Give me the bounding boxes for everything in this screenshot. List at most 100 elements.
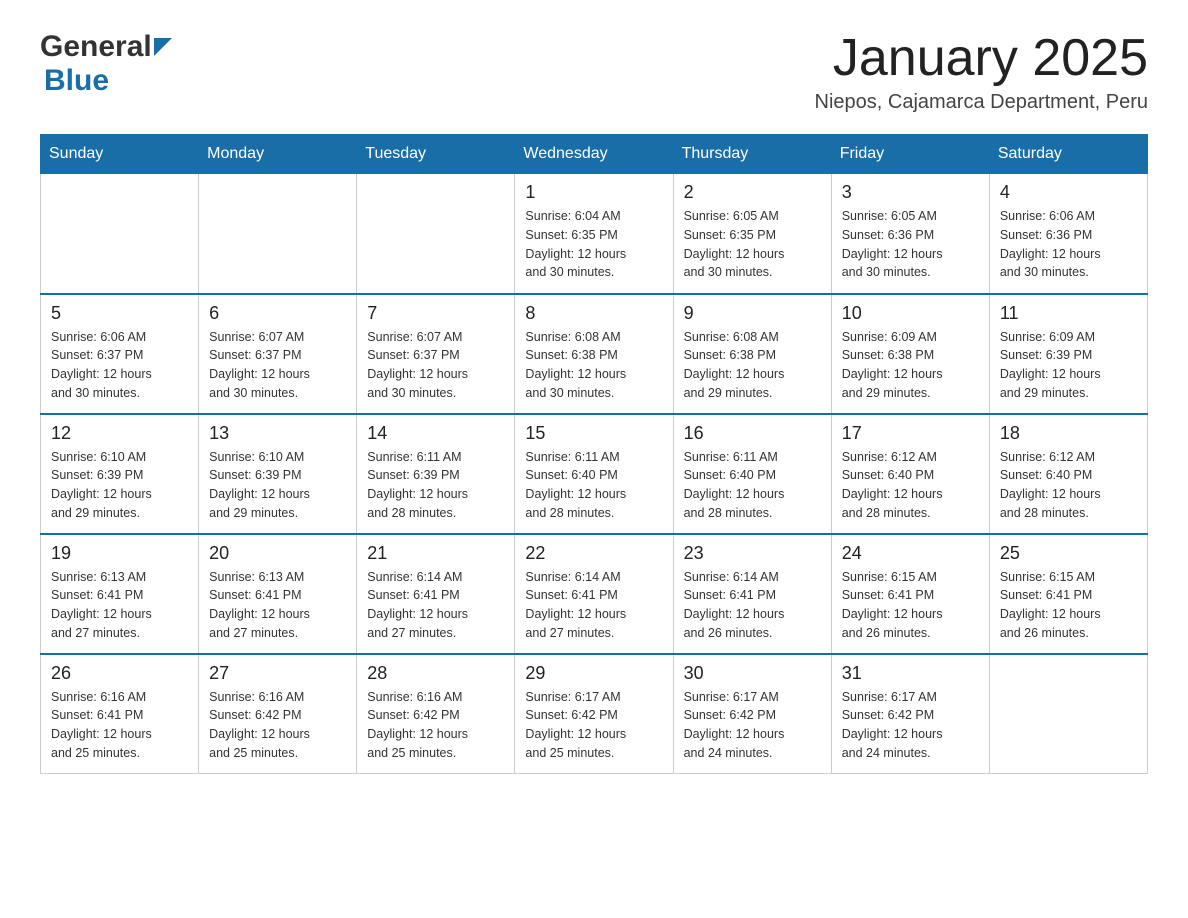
day-info: Sunrise: 6:05 AM Sunset: 6:36 PM Dayligh… [842,207,979,282]
day-info: Sunrise: 6:10 AM Sunset: 6:39 PM Dayligh… [209,448,346,523]
day-number: 31 [842,663,979,684]
calendar-cell: 29 Sunrise: 6:17 AM Sunset: 6:42 PM Dayli… [515,654,673,774]
day-info: Sunrise: 6:16 AM Sunset: 6:42 PM Dayligh… [367,688,504,763]
calendar-cell [357,174,515,294]
day-number: 23 [684,543,821,564]
day-number: 18 [1000,423,1137,444]
day-number: 17 [842,423,979,444]
day-info: Sunrise: 6:13 AM Sunset: 6:41 PM Dayligh… [51,568,188,643]
day-info: Sunrise: 6:16 AM Sunset: 6:41 PM Dayligh… [51,688,188,763]
day-info: Sunrise: 6:17 AM Sunset: 6:42 PM Dayligh… [525,688,662,763]
day-number: 13 [209,423,346,444]
location: Niepos, Cajamarca Department, Peru [815,91,1148,114]
day-info: Sunrise: 6:08 AM Sunset: 6:38 PM Dayligh… [684,328,821,403]
day-info: Sunrise: 6:11 AM Sunset: 6:40 PM Dayligh… [684,448,821,523]
day-info: Sunrise: 6:14 AM Sunset: 6:41 PM Dayligh… [684,568,821,643]
title-section: January 2025 Niepos, Cajamarca Departmen… [815,30,1148,114]
calendar-cell: 2 Sunrise: 6:05 AM Sunset: 6:35 PM Daylig… [673,174,831,294]
day-number: 21 [367,543,504,564]
day-number: 5 [51,303,188,324]
logo-blue-text: Blue [44,64,109,97]
calendar-cell [989,654,1147,774]
day-info: Sunrise: 6:12 AM Sunset: 6:40 PM Dayligh… [842,448,979,523]
calendar-cell: 4Sunrise: 6:06 AM Sunset: 6:36 PM Daylig… [989,174,1147,294]
calendar-cell: 27Sunrise: 6:16 AM Sunset: 6:42 PM Dayli… [199,654,357,774]
calendar-cell [199,174,357,294]
day-number: 3 [842,182,979,203]
day-info: Sunrise: 6:05 AM Sunset: 6:35 PM Dayligh… [684,207,821,282]
week-row-4: 19 Sunrise: 6:13 AM Sunset: 6:41 PM Dayli… [41,534,1148,654]
header-day-wednesday: Wednesday [515,135,673,174]
week-row-5: 26 Sunrise: 6:16 AM Sunset: 6:41 PM Dayli… [41,654,1148,774]
calendar-cell: 14 Sunrise: 6:11 AM Sunset: 6:39 PM Dayli… [357,414,515,534]
day-number: 26 [51,663,188,684]
calendar-cell: 26 Sunrise: 6:16 AM Sunset: 6:41 PM Dayli… [41,654,199,774]
week-row-3: 12Sunrise: 6:10 AM Sunset: 6:39 PM Dayli… [41,414,1148,534]
calendar-cell: 20 Sunrise: 6:13 AM Sunset: 6:41 PM Dayli… [199,534,357,654]
day-info: Sunrise: 6:13 AM Sunset: 6:41 PM Dayligh… [209,568,346,643]
calendar-body: 1Sunrise: 6:04 AM Sunset: 6:35 PM Daylig… [41,174,1148,774]
day-info: Sunrise: 6:07 AM Sunset: 6:37 PM Dayligh… [367,328,504,403]
calendar-cell: 13 Sunrise: 6:10 AM Sunset: 6:39 PM Dayli… [199,414,357,534]
month-title: January 2025 [815,30,1148,87]
day-info: Sunrise: 6:10 AM Sunset: 6:39 PM Dayligh… [51,448,188,523]
day-info: Sunrise: 6:15 AM Sunset: 6:41 PM Dayligh… [842,568,979,643]
header-day-saturday: Saturday [989,135,1147,174]
day-number: 20 [209,543,346,564]
week-row-1: 1Sunrise: 6:04 AM Sunset: 6:35 PM Daylig… [41,174,1148,294]
day-number: 24 [842,543,979,564]
day-number: 10 [842,303,979,324]
header-day-monday: Monday [199,135,357,174]
day-info: Sunrise: 6:09 AM Sunset: 6:38 PM Dayligh… [842,328,979,403]
calendar-cell: 11Sunrise: 6:09 AM Sunset: 6:39 PM Dayli… [989,294,1147,414]
calendar-cell: 31Sunrise: 6:17 AM Sunset: 6:42 PM Dayli… [831,654,989,774]
calendar-cell: 24 Sunrise: 6:15 AM Sunset: 6:41 PM Dayli… [831,534,989,654]
day-info: Sunrise: 6:16 AM Sunset: 6:42 PM Dayligh… [209,688,346,763]
calendar-cell: 12Sunrise: 6:10 AM Sunset: 6:39 PM Dayli… [41,414,199,534]
day-info: Sunrise: 6:12 AM Sunset: 6:40 PM Dayligh… [1000,448,1137,523]
day-info: Sunrise: 6:14 AM Sunset: 6:41 PM Dayligh… [525,568,662,643]
day-number: 19 [51,543,188,564]
calendar-cell: 8 Sunrise: 6:08 AM Sunset: 6:38 PM Daylig… [515,294,673,414]
day-info: Sunrise: 6:15 AM Sunset: 6:41 PM Dayligh… [1000,568,1137,643]
day-number: 8 [525,303,662,324]
calendar-cell: 30 Sunrise: 6:17 AM Sunset: 6:42 PM Dayli… [673,654,831,774]
calendar-cell: 22 Sunrise: 6:14 AM Sunset: 6:41 PM Dayli… [515,534,673,654]
day-info: Sunrise: 6:04 AM Sunset: 6:35 PM Dayligh… [525,207,662,282]
day-number: 14 [367,423,504,444]
day-info: Sunrise: 6:17 AM Sunset: 6:42 PM Dayligh… [684,688,821,763]
calendar-cell: 17 Sunrise: 6:12 AM Sunset: 6:40 PM Dayli… [831,414,989,534]
page-header: General Blue January 2025 Niepos, Cajama… [40,30,1148,114]
day-number: 29 [525,663,662,684]
calendar-cell: 9Sunrise: 6:08 AM Sunset: 6:38 PM Daylig… [673,294,831,414]
day-info: Sunrise: 6:11 AM Sunset: 6:40 PM Dayligh… [525,448,662,523]
day-number: 15 [525,423,662,444]
header-day-sunday: Sunday [41,135,199,174]
calendar-cell: 16 Sunrise: 6:11 AM Sunset: 6:40 PM Dayli… [673,414,831,534]
day-number: 2 [684,182,821,203]
calendar-cell: 5Sunrise: 6:06 AM Sunset: 6:37 PM Daylig… [41,294,199,414]
week-row-2: 5Sunrise: 6:06 AM Sunset: 6:37 PM Daylig… [41,294,1148,414]
calendar-cell: 7 Sunrise: 6:07 AM Sunset: 6:37 PM Daylig… [357,294,515,414]
calendar-cell: 23 Sunrise: 6:14 AM Sunset: 6:41 PM Dayli… [673,534,831,654]
day-number: 30 [684,663,821,684]
calendar-cell: 1Sunrise: 6:04 AM Sunset: 6:35 PM Daylig… [515,174,673,294]
calendar-cell: 19 Sunrise: 6:13 AM Sunset: 6:41 PM Dayli… [41,534,199,654]
day-info: Sunrise: 6:11 AM Sunset: 6:39 PM Dayligh… [367,448,504,523]
calendar-cell: 6Sunrise: 6:07 AM Sunset: 6:37 PM Daylig… [199,294,357,414]
calendar-cell: 15 Sunrise: 6:11 AM Sunset: 6:40 PM Dayli… [515,414,673,534]
calendar-cell: 25 Sunrise: 6:15 AM Sunset: 6:41 PM Dayli… [989,534,1147,654]
calendar-cell: 3 Sunrise: 6:05 AM Sunset: 6:36 PM Daylig… [831,174,989,294]
day-number: 16 [684,423,821,444]
calendar-table: SundayMondayTuesdayWednesdayThursdayFrid… [40,134,1148,774]
day-info: Sunrise: 6:08 AM Sunset: 6:38 PM Dayligh… [525,328,662,403]
calendar-cell: 18 Sunrise: 6:12 AM Sunset: 6:40 PM Dayli… [989,414,1147,534]
day-number: 25 [1000,543,1137,564]
day-number: 6 [209,303,346,324]
day-number: 11 [1000,303,1137,324]
header-day-friday: Friday [831,135,989,174]
day-number: 7 [367,303,504,324]
logo: General Blue [40,30,172,98]
logo-general-text: General [40,30,152,64]
day-number: 22 [525,543,662,564]
